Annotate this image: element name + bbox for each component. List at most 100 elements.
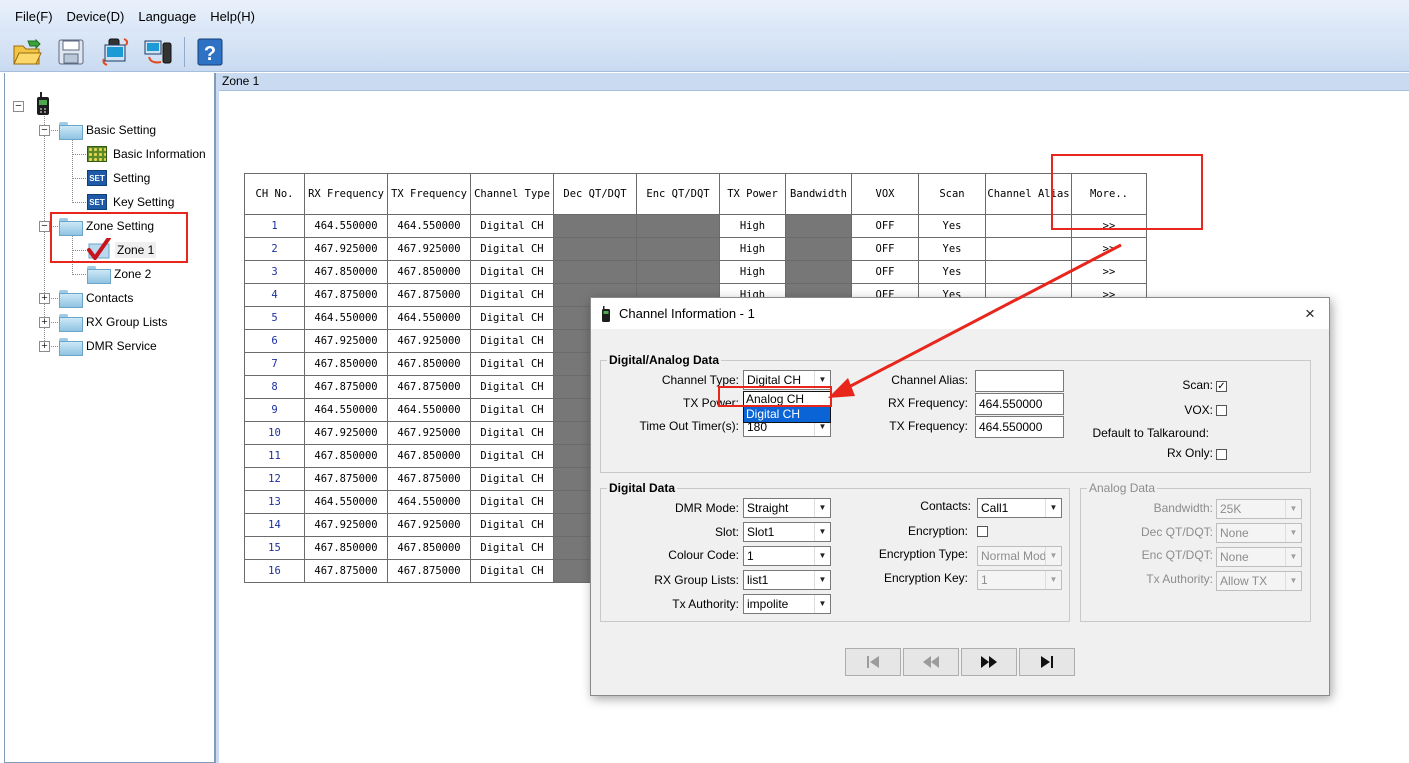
table-row[interactable]: 2 467.925000 467.925000 Digital CH High OFF Ye… xyxy=(244,237,1147,261)
menu-language[interactable]: Language xyxy=(131,9,203,24)
column-header-dec-qt-dqt[interactable]: Dec QT/DQT xyxy=(553,173,637,215)
rx-frequency-input[interactable]: 464.550000 xyxy=(975,393,1064,415)
group-title: Digital Data xyxy=(607,481,678,495)
cell-channel-type: Digital CH xyxy=(470,398,554,422)
column-header-channel-type[interactable]: Channel Type xyxy=(470,173,554,215)
basic-setting-expander[interactable]: − xyxy=(39,125,50,136)
chevron-down-icon[interactable]: ▼ xyxy=(814,571,830,589)
cell-ch-no: 9 xyxy=(244,398,305,422)
slot-select[interactable]: Slot1 ▼ xyxy=(743,522,831,542)
next-channel-button[interactable] xyxy=(961,648,1017,676)
column-header-ch-no[interactable]: CH No. xyxy=(244,173,305,215)
tree-item-rx-group-lists[interactable]: RX Group Lists xyxy=(59,311,167,333)
chevron-down-icon[interactable]: ▼ xyxy=(1045,547,1061,565)
chevron-down-icon[interactable]: ▼ xyxy=(1045,571,1061,589)
contacts-expander[interactable]: + xyxy=(39,293,50,304)
tree-item-label: Key Setting xyxy=(113,195,175,209)
help-icon[interactable]: ? xyxy=(193,35,227,69)
tree-item-basic-setting[interactable]: Basic Setting xyxy=(59,119,156,141)
tx-frequency-input[interactable]: 464.550000 xyxy=(975,416,1064,438)
dialog-titlebar[interactable]: Channel Information - 1 xyxy=(591,298,1329,329)
cell-channel-alias[interactable] xyxy=(985,237,1072,261)
tree-item-label: Basic Information xyxy=(113,147,206,161)
chevron-down-icon[interactable]: ▼ xyxy=(814,595,830,613)
scan-checkbox[interactable]: ✓ xyxy=(1216,381,1227,392)
tree-item-zone-2[interactable]: Zone 2 xyxy=(87,263,151,285)
open-folder-icon[interactable] xyxy=(10,35,44,69)
combo-value: Slot1 xyxy=(747,525,775,539)
chevron-down-icon[interactable]: ▼ xyxy=(1285,524,1301,542)
zone-setting-expander[interactable]: − xyxy=(39,221,50,232)
channel-alias-input[interactable] xyxy=(975,370,1064,392)
menu-device[interactable]: Device(D) xyxy=(60,9,132,24)
dec-qt-dqt-select[interactable]: None ▼ xyxy=(1216,523,1302,543)
tree-item-key-setting[interactable]: SET Key Setting xyxy=(87,191,174,213)
rx-frequency-label: RX Frequency: xyxy=(887,396,968,410)
cell-tx-power: High xyxy=(719,214,786,238)
table-row[interactable]: 1 464.550000 464.550000 Digital CH High OFF Ye… xyxy=(244,214,1147,238)
last-channel-button[interactable] xyxy=(1019,648,1075,676)
chevron-down-icon[interactable]: ▼ xyxy=(1285,548,1301,566)
tree-item-basic-information[interactable]: Basic Information xyxy=(87,143,206,165)
tree-root[interactable] xyxy=(33,91,53,116)
tree-root-expander[interactable]: − xyxy=(13,101,24,112)
cell-more[interactable]: >> xyxy=(1071,260,1147,284)
close-icon[interactable]: × xyxy=(1299,303,1321,325)
colour-code-select[interactable]: 1 ▼ xyxy=(743,546,831,566)
chevron-down-icon[interactable]: ▼ xyxy=(1285,572,1301,590)
cell-tx-frequency: 467.925000 xyxy=(387,513,471,537)
previous-channel-button[interactable] xyxy=(903,648,959,676)
column-header-rx-frequency[interactable]: RX Frequency xyxy=(304,173,388,215)
cell-tx-power: High xyxy=(719,260,786,284)
encryption-type-select[interactable]: Normal Mode ▼ xyxy=(977,546,1062,566)
column-header-enc-qt-dqt[interactable]: Enc QT/DQT xyxy=(636,173,720,215)
enc-qt-dqt-select[interactable]: None ▼ xyxy=(1216,547,1302,567)
column-header-tx-frequency[interactable]: TX Frequency xyxy=(387,173,471,215)
rx-only-checkbox[interactable] xyxy=(1216,449,1227,460)
bandwidth-select[interactable]: 25K ▼ xyxy=(1216,499,1302,519)
menu-help[interactable]: Help(H) xyxy=(203,9,262,24)
contacts-select[interactable]: Call1 ▼ xyxy=(977,498,1062,518)
read-from-radio-icon[interactable] xyxy=(98,35,132,69)
encryption-key-select[interactable]: 1 ▼ xyxy=(977,570,1062,590)
combo-value: 1 xyxy=(981,573,988,587)
rx-group-lists-expander[interactable]: + xyxy=(39,317,50,328)
menu-file[interactable]: File(F) xyxy=(8,9,60,24)
combo-value: impolite xyxy=(747,597,789,611)
chevron-down-icon[interactable]: ▼ xyxy=(1045,499,1061,517)
chevron-down-icon[interactable]: ▼ xyxy=(1285,500,1301,518)
tree-item-setting[interactable]: SET Setting xyxy=(87,167,150,189)
tree-item-label: RX Group Lists xyxy=(86,315,168,329)
tx-authority-label: Tx Authority: xyxy=(672,597,739,611)
tree-item-dmr-service[interactable]: DMR Service xyxy=(59,335,157,357)
cell-tx-frequency: 467.925000 xyxy=(387,421,471,445)
column-header-scan[interactable]: Scan xyxy=(918,173,986,215)
write-to-radio-icon[interactable] xyxy=(142,35,176,69)
cell-channel-type: Digital CH xyxy=(470,536,554,560)
cell-channel-alias[interactable] xyxy=(985,260,1072,284)
table-row[interactable]: 3 467.850000 467.850000 Digital CH High OFF Ye… xyxy=(244,260,1147,284)
analog-tx-authority-select[interactable]: Allow TX ▼ xyxy=(1216,571,1302,591)
cell-channel-type: Digital CH xyxy=(470,421,554,445)
chevron-down-icon[interactable]: ▼ xyxy=(814,523,830,541)
set-icon: SET xyxy=(87,194,107,210)
column-header-tx-power[interactable]: TX Power xyxy=(719,173,786,215)
column-header-bandwidth[interactable]: Bandwidth xyxy=(785,173,852,215)
cell-more[interactable]: >> xyxy=(1071,237,1147,261)
dmr-service-expander[interactable]: + xyxy=(39,341,50,352)
dropdown-option-digital-ch[interactable]: Digital CH xyxy=(744,407,830,422)
chevron-down-icon[interactable]: ▼ xyxy=(814,499,830,517)
tree-item-contacts[interactable]: Contacts xyxy=(59,287,133,309)
tree-item-label: DMR Service xyxy=(86,339,157,353)
tx-authority-select[interactable]: impolite ▼ xyxy=(743,594,831,614)
rx-group-lists-select[interactable]: list1 ▼ xyxy=(743,570,831,590)
first-channel-button[interactable] xyxy=(845,648,901,676)
dmr-mode-select[interactable]: Straight ▼ xyxy=(743,498,831,518)
cell-ch-no: 2 xyxy=(244,237,305,261)
encryption-label: Encryption: xyxy=(907,524,968,538)
save-icon[interactable] xyxy=(54,35,88,69)
column-header-vox[interactable]: VOX xyxy=(851,173,919,215)
encryption-checkbox[interactable] xyxy=(977,526,988,537)
chevron-down-icon[interactable]: ▼ xyxy=(814,547,830,565)
vox-checkbox[interactable] xyxy=(1216,405,1227,416)
